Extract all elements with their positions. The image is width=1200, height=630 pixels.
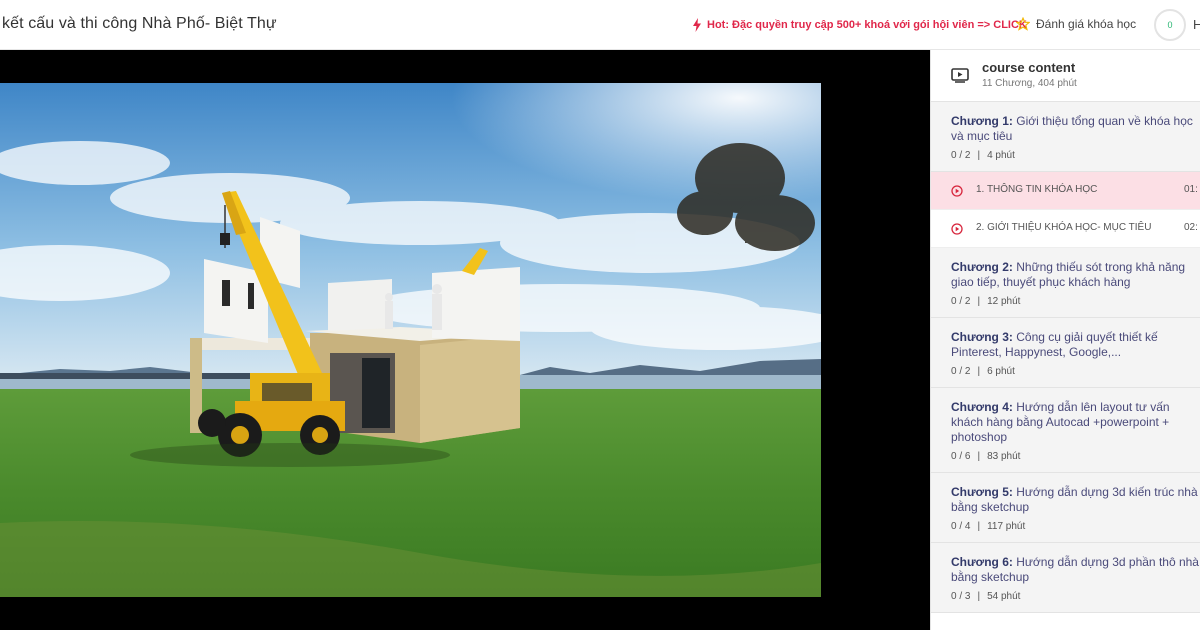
membership-promo-link[interactable]: Hot: Đặc quyền truy cập 500+ khoá với gó…: [692, 18, 1027, 32]
star-icon: [1016, 17, 1030, 31]
chapter-item[interactable]: Chương 4: Hướng dẫn lên layout tư vấn kh…: [931, 388, 1200, 473]
sidebar-header: course content 11 Chương, 404 phút: [931, 50, 1200, 102]
chapter-item[interactable]: Chương 1: Giới thiệu tổng quan về khóa h…: [931, 102, 1200, 172]
chapter-title: Chương 6: Hướng dẫn dựng 3d phần thô nhà…: [951, 555, 1199, 584]
chapter-meta: 0 / 4 | 117 phút: [951, 521, 1026, 532]
chapter-title: Chương 4: Hướng dẫn lên layout tư vấn kh…: [951, 400, 1170, 444]
course-title: kết cấu và thi công Nhà Phố- Biệt Thự: [2, 15, 277, 32]
help-link-partial[interactable]: H: [1193, 17, 1200, 32]
video-player[interactable]: [0, 50, 930, 630]
chapter-meta: 0 / 2 | 6 phút: [951, 366, 1015, 377]
video-scene: [0, 83, 821, 597]
course-content-sidebar: course content 11 Chương, 404 phút Chươn…: [930, 50, 1200, 630]
play-circle-icon: [951, 185, 963, 197]
chapter-title: Chương 5: Hướng dẫn dựng 3d kiến trúc nh…: [951, 485, 1198, 514]
rate-course-button[interactable]: Đánh giá khóa học: [1016, 17, 1136, 31]
sidebar-title: course content: [982, 60, 1076, 75]
lesson-title: 2. GIỚI THIỆU KHÓA HỌC- MỤC TIÊU: [976, 222, 1152, 233]
chapter-item[interactable]: Chương 5: Hướng dẫn dựng 3d kiến trúc nh…: [931, 473, 1200, 543]
video-frame[interactable]: [0, 83, 821, 597]
chapter-item[interactable]: Chương 6: Hướng dẫn dựng 3d phần thô nhà…: [931, 543, 1200, 613]
sidebar-summary: 11 Chương, 404 phút: [982, 78, 1077, 89]
chapter-meta: 0 / 3 | 54 phút: [951, 591, 1021, 602]
chapter-meta: 0 / 2 | 4 phút: [951, 150, 1015, 161]
lesson-item-active[interactable]: 1. THÔNG TIN KHÓA HỌC 01:: [931, 172, 1200, 210]
lightning-icon: [693, 18, 701, 32]
chapter-item[interactable]: Chương 2: Những thiếu sót trong khả năng…: [931, 248, 1200, 318]
lesson-item[interactable]: 2. GIỚI THIỆU KHÓA HỌC- MỤC TIÊU 02:: [931, 210, 1200, 248]
play-circle-icon: [951, 223, 963, 235]
rate-course-label: Đánh giá khóa học: [1036, 17, 1137, 31]
chapter-meta: 0 / 2 | 12 phút: [951, 296, 1021, 307]
chapter-title: Chương 3: Công cụ giải quyết thiết kế Pi…: [951, 330, 1158, 359]
top-bar: kết cấu và thi công Nhà Phố- Biệt Thự Ho…: [0, 0, 1200, 50]
lesson-duration: 01:: [1184, 184, 1198, 195]
lesson-duration: 02:: [1184, 222, 1198, 233]
video-playlist-icon: [951, 68, 969, 83]
course-progress-indicator[interactable]: 0: [1154, 9, 1186, 41]
chapter-title: Chương 1: Giới thiệu tổng quan về khóa h…: [951, 114, 1193, 143]
chapter-meta: 0 / 6 | 83 phút: [951, 451, 1021, 462]
lesson-title: 1. THÔNG TIN KHÓA HỌC: [976, 184, 1098, 195]
promo-text: Hot: Đặc quyền truy cập 500+ khoá với gó…: [707, 19, 1027, 31]
chapter-title: Chương 2: Những thiếu sót trong khả năng…: [951, 260, 1186, 289]
chapter-item[interactable]: Chương 3: Công cụ giải quyết thiết kế Pi…: [931, 318, 1200, 388]
